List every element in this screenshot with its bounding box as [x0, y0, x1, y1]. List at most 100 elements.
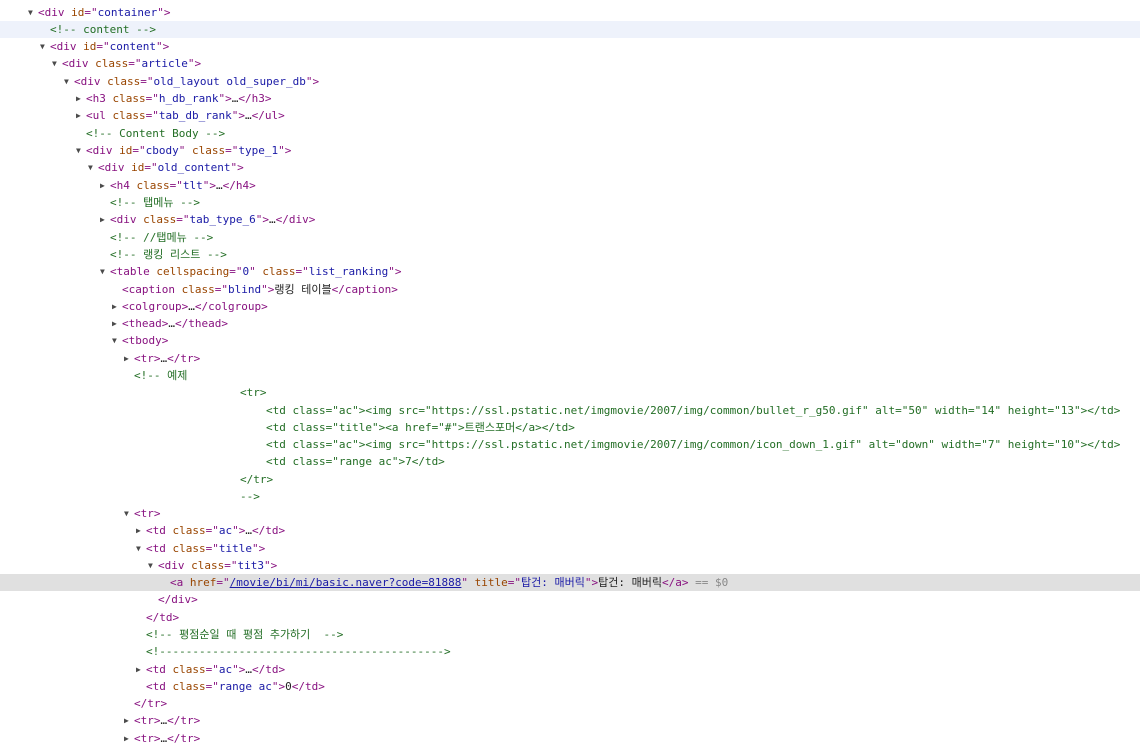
dom-node-line[interactable]: </tr> — [0, 695, 1140, 712]
dom-node-line[interactable]: ▶ <tr>…</tr> — [0, 350, 1140, 367]
attribute-value: tlt — [182, 179, 203, 192]
dom-node-line[interactable]: ▶ <div class="tab_type_6">…</div> — [0, 211, 1140, 228]
tag-token: "> — [271, 680, 286, 693]
tag-token: <td — [146, 542, 173, 555]
attribute-value: ac — [218, 524, 233, 537]
collapse-triangle-icon[interactable]: ▶ — [76, 107, 81, 124]
dom-node-line[interactable]: ▼ <table cellspacing="0" class="list_rank… — [0, 263, 1140, 280]
collapse-triangle-icon[interactable]: ▶ — [136, 522, 141, 539]
collapse-triangle-icon[interactable]: ▶ — [124, 350, 129, 367]
tag-token: "> — [155, 40, 170, 53]
attribute-name: class — [191, 559, 225, 572]
expand-triangle-icon[interactable]: ▼ — [76, 142, 81, 159]
expand-triangle-icon[interactable]: ▼ — [40, 38, 45, 55]
tag-token: </caption> — [331, 283, 398, 296]
collapse-triangle-icon[interactable]: ▶ — [124, 730, 129, 747]
dom-node-text: <td class="range ac">7</td> — [266, 453, 445, 470]
dom-node-line[interactable]: <!-- 랭킹 리스트 --> — [0, 246, 1140, 263]
tag-token: <div — [38, 6, 72, 19]
collapse-triangle-icon[interactable]: ▶ — [136, 661, 141, 678]
attribute-link[interactable]: /movie/bi/mi/basic.naver?code=81888 — [230, 576, 462, 589]
tag-token: =" — [145, 92, 159, 105]
expand-triangle-icon[interactable]: ▼ — [136, 540, 141, 557]
dom-node-line[interactable]: ▶ <thead>…</thead> — [0, 315, 1140, 332]
tag-token: <table — [110, 265, 157, 278]
comment-text: <!-- 예제 — [134, 369, 188, 382]
dom-node-line[interactable]: --> — [0, 488, 1140, 505]
dom-node-line[interactable]: ▶ <tr>…</tr> — [0, 730, 1140, 747]
tag-token: "> — [231, 109, 245, 122]
collapse-triangle-icon[interactable]: ▶ — [76, 90, 81, 107]
dom-node-line[interactable]: <a href="/movie/bi/mi/basic.naver?code=8… — [0, 574, 1140, 591]
dom-node-text: <a href="/movie/bi/mi/basic.naver?code=8… — [170, 574, 728, 591]
expand-triangle-icon[interactable]: ▼ — [148, 557, 153, 574]
tag-token: </a> — [662, 576, 689, 589]
dom-node-line[interactable]: ▼ <div class="article"> — [0, 55, 1140, 72]
dom-node-line[interactable]: ▼ <div id="old_content"> — [0, 159, 1140, 176]
dom-node-text: <tr>…</tr> — [134, 350, 200, 367]
tag-token: "> — [230, 161, 244, 174]
dom-node-line[interactable]: <!-- Content Body --> — [0, 125, 1140, 142]
dom-node-text: <!-- 랭킹 리스트 --> — [110, 246, 227, 263]
tag-token: =" — [176, 213, 190, 226]
dom-node-line[interactable]: </div> — [0, 591, 1140, 608]
collapse-triangle-icon[interactable]: ▶ — [112, 315, 117, 332]
tag-token: <div — [110, 213, 144, 226]
collapse-triangle-icon[interactable]: ▶ — [124, 712, 129, 729]
dom-node-line[interactable]: <td class="ac"><img src="https://ssl.pst… — [0, 402, 1140, 419]
dom-node-line[interactable]: <!-- content --> — [0, 21, 1140, 38]
dom-node-line[interactable]: ▼ <div id="cbody" class="type_1"> — [0, 142, 1140, 159]
dom-node-line[interactable]: <!-- //탭메뉴 --> — [0, 229, 1140, 246]
expand-triangle-icon[interactable]: ▼ — [112, 332, 117, 349]
dom-node-line[interactable]: ▶ <colgroup>…</colgroup> — [0, 298, 1140, 315]
dom-node-line[interactable]: ▶ <tr>…</tr> — [0, 712, 1140, 729]
attribute-value: list_ranking — [308, 265, 389, 278]
dom-node-line[interactable]: ▼ <tr> — [0, 505, 1140, 522]
comment-text: --> — [240, 490, 260, 503]
expand-triangle-icon[interactable]: ▼ — [88, 159, 93, 176]
dom-node-line[interactable]: ▶ <h4 class="tlt">…</h4> — [0, 177, 1140, 194]
dom-node-line[interactable]: <td class="ac"><img src="https://ssl.pst… — [0, 436, 1140, 453]
collapse-triangle-icon[interactable]: ▶ — [100, 177, 105, 194]
dom-node-line[interactable]: <caption class="blind">랭킹 테이블</caption> — [0, 281, 1140, 298]
dom-node-line[interactable]: ▼ <div class="old_layout old_super_db"> — [0, 73, 1140, 90]
dom-node-line[interactable]: <td class="title"><a href="#">트랜스포머</a><… — [0, 419, 1140, 436]
dom-node-line[interactable]: <!--------------------------------------… — [0, 643, 1140, 660]
tag-token: =" — [145, 109, 159, 122]
attribute-name: class — [136, 179, 170, 192]
dom-node-line[interactable]: ▼ <div id="container"> — [0, 4, 1140, 21]
dom-node-line[interactable]: ▼ <div id="content"> — [0, 38, 1140, 55]
dom-node-line[interactable]: ▶ <h3 class="h_db_rank">…</h3> — [0, 90, 1140, 107]
dom-node-line[interactable]: ▼ <td class="title"> — [0, 540, 1140, 557]
dom-node-line[interactable]: </td> — [0, 609, 1140, 626]
tag-token: =" — [205, 680, 219, 693]
tag-token: "> — [584, 576, 599, 589]
expand-triangle-icon[interactable]: ▼ — [52, 55, 57, 72]
tag-token: =" — [205, 524, 219, 537]
dom-node-line[interactable]: <!-- 평점순일 때 평점 추가하기 --> — [0, 626, 1140, 643]
dom-node-line[interactable]: ▼ <div class="tit3"> — [0, 557, 1140, 574]
dom-node-line[interactable]: <td class="range ac">0</td> — [0, 678, 1140, 695]
dom-node-line[interactable]: <tr> — [0, 384, 1140, 401]
dom-node-line[interactable]: <!-- 예제 — [0, 367, 1140, 384]
dom-node-line[interactable]: </tr> — [0, 471, 1140, 488]
tag-token: =" — [295, 265, 309, 278]
expand-triangle-icon[interactable]: ▼ — [124, 505, 129, 522]
tag-token: </h4> — [222, 179, 256, 192]
tag-token: =" — [216, 576, 230, 589]
tag-token: "> — [261, 283, 275, 296]
tag-token: <td — [146, 524, 173, 537]
dom-node-line[interactable]: ▼ <tbody> — [0, 332, 1140, 349]
dom-node-line[interactable]: <!-- 탭메뉴 --> — [0, 194, 1140, 211]
text-node: … — [245, 524, 252, 537]
dom-node-line[interactable]: ▶ <td class="ac">…</td> — [0, 661, 1140, 678]
expand-triangle-icon[interactable]: ▼ — [64, 73, 69, 90]
expand-triangle-icon[interactable]: ▼ — [100, 263, 105, 280]
collapse-triangle-icon[interactable]: ▶ — [100, 211, 105, 228]
dom-node-line[interactable]: ▶ <ul class="tab_db_rank">…</ul> — [0, 107, 1140, 124]
dom-node-line[interactable]: ▶ <td class="ac">…</td> — [0, 522, 1140, 539]
expand-triangle-icon[interactable]: ▼ — [28, 4, 33, 21]
collapse-triangle-icon[interactable]: ▶ — [112, 298, 117, 315]
tag-token: " — [249, 265, 263, 278]
dom-node-line[interactable]: <td class="range ac">7</td> — [0, 453, 1140, 470]
